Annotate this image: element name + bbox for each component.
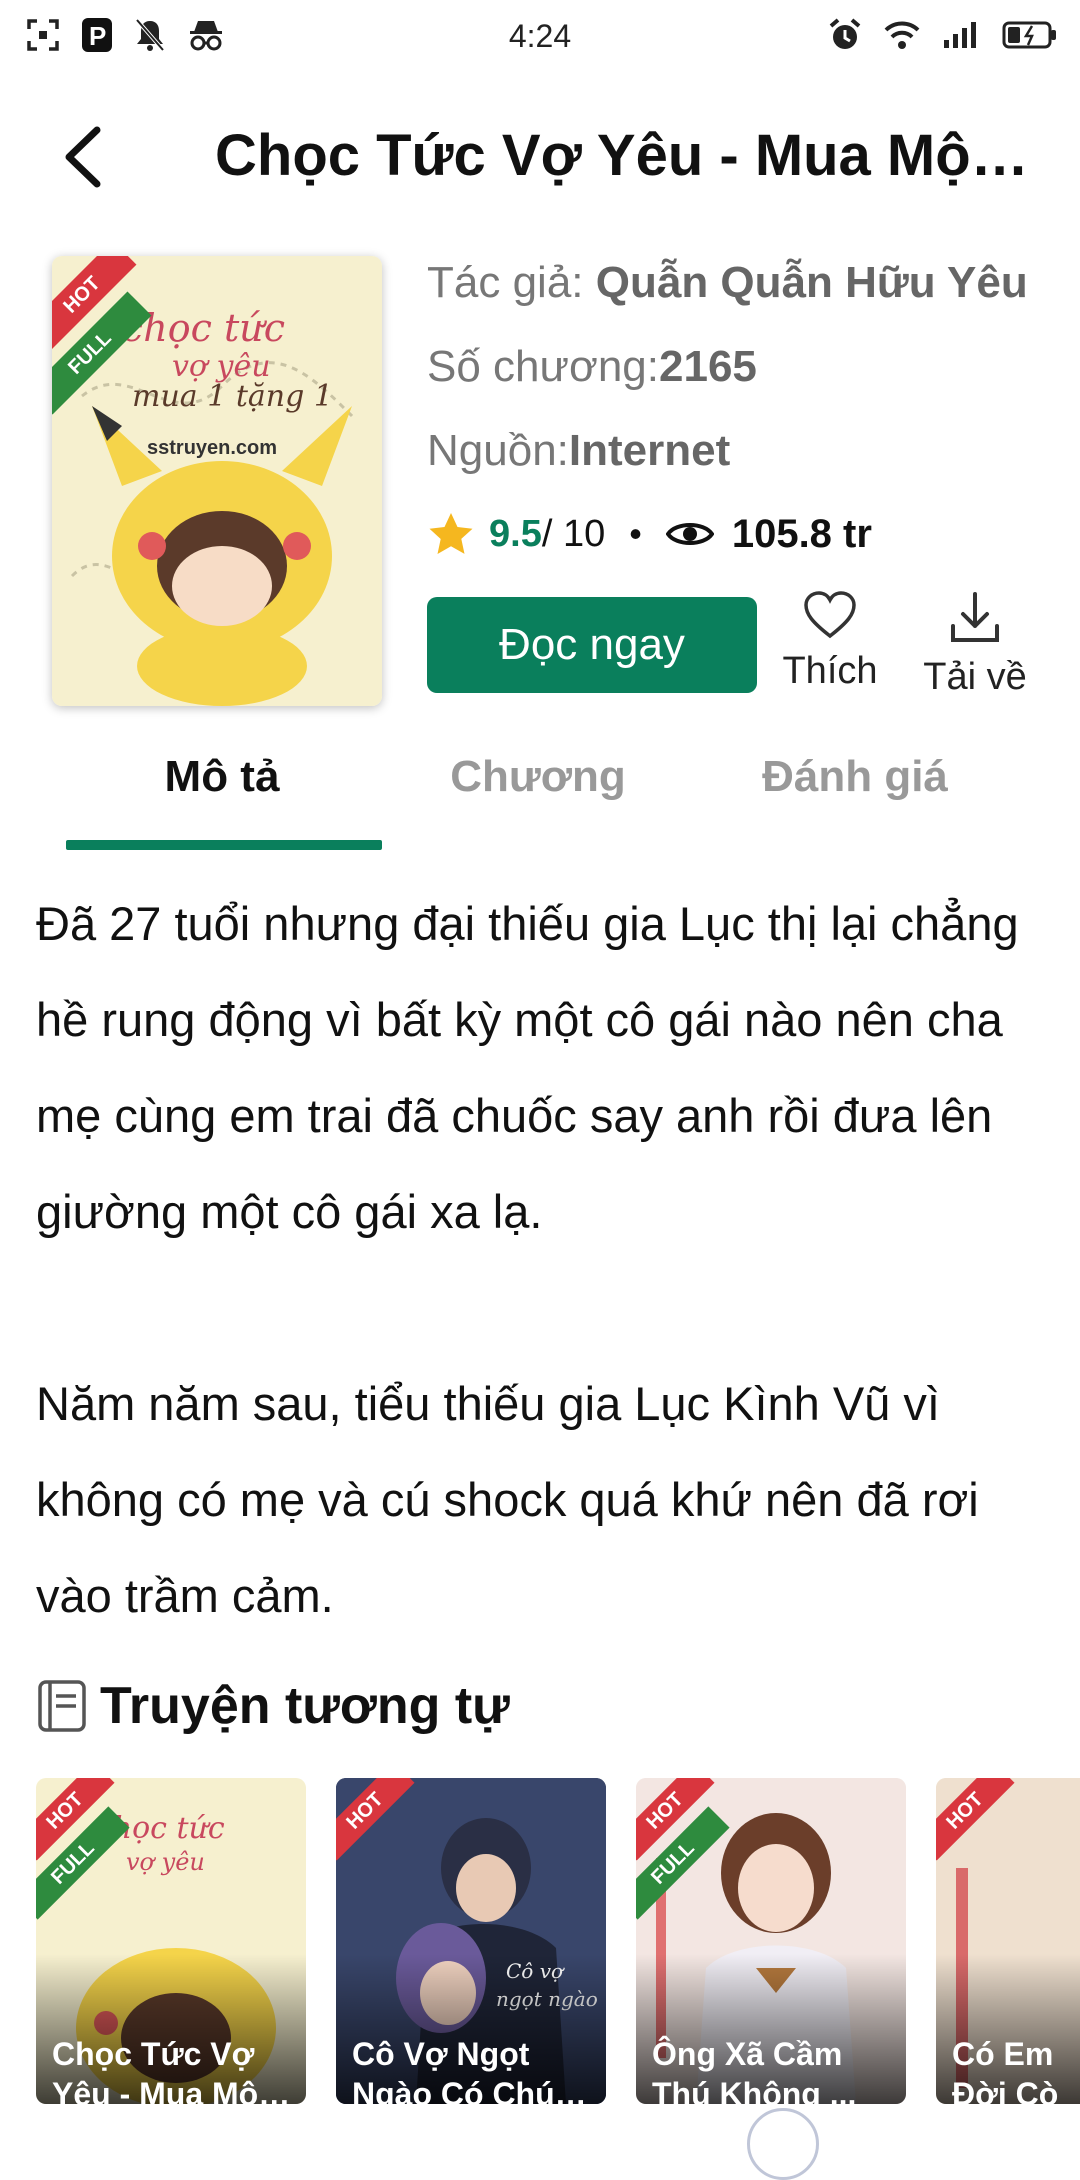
download-icon bbox=[951, 592, 999, 642]
active-tab-indicator bbox=[66, 840, 382, 850]
back-arrow-icon[interactable] bbox=[55, 122, 115, 192]
source-value: Internet bbox=[568, 426, 731, 475]
chapters-row: Số chương:2165 bbox=[427, 339, 1067, 423]
cover-watermark: sstruyen.com bbox=[147, 437, 277, 459]
svg-text:vợ yêu: vợ yêu bbox=[126, 1848, 205, 1876]
svg-text:mua 1 tặng 1: mua 1 tặng 1 bbox=[132, 379, 333, 414]
rating-value: 9.5 bbox=[489, 512, 542, 555]
book-icon bbox=[38, 1680, 86, 1732]
wifi-icon bbox=[884, 21, 920, 49]
card-title-line: Đời Cò bbox=[952, 2076, 1059, 2104]
view-count: 105.8 tr bbox=[731, 511, 872, 556]
similar-card[interactable]: Cô vợ ngọt ngào HOT Cô Vợ Ngọt Ngào Có C… bbox=[336, 1778, 606, 2104]
card-title-line: Ông Xã Cầm bbox=[652, 2036, 843, 2072]
description: Đã 27 tuổi nhưng đại thiếu gia Lục thị l… bbox=[36, 876, 1056, 1740]
download-button[interactable]: Tải về bbox=[915, 590, 1035, 699]
card-title-line: Ngào Có Chút ... bbox=[352, 2076, 592, 2104]
book-info: Tác giả: Quẫn Quẫn Hữu Yêu Số chương:216… bbox=[427, 255, 1067, 507]
similar-carousel[interactable]: chọc tức vợ yêu HOT FULL Chọc Tức Vợ Yêu… bbox=[36, 1778, 1080, 2108]
eye-icon bbox=[665, 523, 714, 545]
card-title-line: Yêu - Mua Một... bbox=[52, 2076, 292, 2104]
rating-max: / 10 bbox=[541, 512, 606, 555]
description-paragraph: Năm năm sau, tiểu thiếu gia Lục Kình Vũ … bbox=[36, 1377, 979, 1622]
separator-dot: • bbox=[629, 513, 642, 554]
home-indicator[interactable] bbox=[747, 2108, 819, 2180]
stats-row: 9.5 / 10 • 105.8 tr bbox=[427, 504, 872, 564]
read-now-button[interactable]: Đọc ngay bbox=[427, 597, 757, 693]
similar-card[interactable]: chọc tức vợ yêu HOT FULL Chọc Tức Vợ Yêu… bbox=[36, 1778, 306, 2104]
status-icons-right bbox=[828, 18, 1058, 52]
signal-icon bbox=[944, 22, 976, 48]
similar-section-header: Truyện tương tự bbox=[36, 1676, 510, 1736]
similar-card[interactable]: HOT Có Em Đời Cò bbox=[936, 1778, 1080, 2104]
status-bar: P 4:24 bbox=[0, 0, 1080, 78]
card-title: Có Em Đời Cò bbox=[936, 1954, 1080, 2104]
chapters-count: 2165 bbox=[659, 342, 757, 391]
page-title: Chọc Tức Vợ Yêu - Mua Một ... bbox=[215, 123, 1035, 188]
author-name[interactable]: Quẫn Quẫn Hữu Yêu bbox=[596, 258, 1028, 307]
card-title-line: Cô Vợ Ngọt bbox=[352, 2036, 530, 2072]
card-title-line: Có Em bbox=[952, 2036, 1054, 2072]
download-label: Tải về bbox=[923, 656, 1027, 698]
heart-icon bbox=[804, 591, 856, 639]
alarm-icon bbox=[829, 18, 861, 49]
source-label: Nguồn: bbox=[427, 426, 569, 475]
similar-card[interactable]: HOT FULL Ông Xã Cầm Thú Không ... bbox=[636, 1778, 906, 2104]
app-header: Chọc Tức Vợ Yêu - Mua Một ... bbox=[0, 100, 1080, 220]
card-title-line: Thú Không ... bbox=[652, 2076, 857, 2104]
tab-description[interactable]: Mô tả bbox=[62, 752, 382, 802]
similar-title: Truyện tương tự bbox=[100, 1677, 510, 1735]
like-label: Thích bbox=[782, 650, 878, 692]
source-row: Nguồn:Internet bbox=[427, 423, 1067, 507]
card-title: Cô Vợ Ngọt Ngào Có Chút ... bbox=[336, 1954, 606, 2104]
card-title: Chọc Tức Vợ Yêu - Mua Một... bbox=[36, 1954, 306, 2104]
author-row: Tác giả: Quẫn Quẫn Hữu Yêu bbox=[427, 255, 1067, 339]
star-icon bbox=[429, 513, 473, 554]
card-title: Ông Xã Cầm Thú Không ... bbox=[636, 1954, 906, 2104]
book-cover: chọc tức vợ yêu mua 1 tặng 1 sstruyen.co… bbox=[52, 256, 382, 706]
like-button[interactable]: Thích bbox=[775, 590, 885, 693]
tab-chapters[interactable]: Chương bbox=[378, 752, 698, 802]
card-title-line: Chọc Tức Vợ bbox=[52, 2036, 255, 2072]
battery-icon bbox=[1002, 21, 1056, 49]
author-label: Tác giả: bbox=[427, 258, 596, 307]
chapters-label: Số chương: bbox=[427, 342, 659, 391]
description-paragraph: Đã 27 tuổi nhưng đại thiếu gia Lục thị l… bbox=[36, 897, 1019, 1238]
tab-reviews[interactable]: Đánh giá bbox=[695, 752, 1015, 802]
